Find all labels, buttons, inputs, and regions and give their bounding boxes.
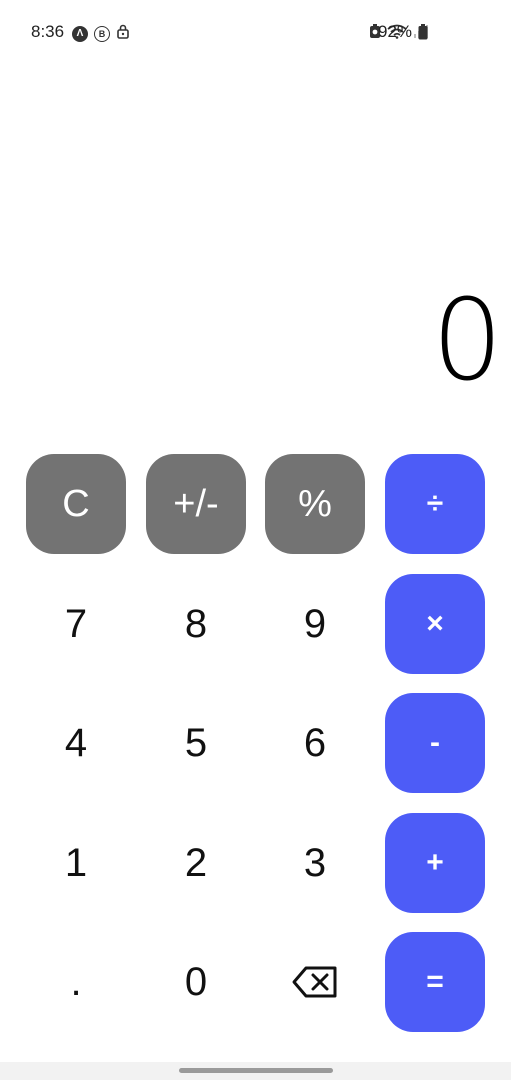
digit-1-button[interactable]: 1	[26, 813, 126, 913]
result-display: 0	[431, 276, 503, 406]
battery-percent: 92%	[378, 22, 413, 41]
digit-3-button[interactable]: 3	[265, 813, 365, 913]
lock-icon	[116, 23, 130, 44]
digit-0-button[interactable]: 0	[146, 932, 246, 1032]
divide-button[interactable]: ÷	[385, 454, 485, 554]
navigation-app-icon: Λ	[72, 25, 88, 42]
clear-button[interactable]: C	[26, 454, 126, 554]
digit-4-button[interactable]: 4	[26, 693, 126, 793]
backspace-button[interactable]	[265, 932, 365, 1032]
percent-button[interactable]: %	[265, 454, 365, 554]
status-time: 8:36	[31, 22, 65, 41]
digit-8-button[interactable]: 8	[146, 574, 246, 674]
status-bar: 8:36 Λ B 92%	[0, 0, 511, 64]
negate-button[interactable]: +/-	[146, 454, 246, 554]
battery-icon	[418, 24, 428, 45]
subtract-button[interactable]: -	[385, 693, 485, 793]
digit-6-button[interactable]: 6	[265, 693, 365, 793]
digit-7-button[interactable]: 7	[26, 574, 126, 674]
digit-5-button[interactable]: 5	[146, 693, 246, 793]
digit-9-button[interactable]: 9	[265, 574, 365, 674]
navigation-bar	[0, 1062, 511, 1080]
digit-2-button[interactable]: 2	[146, 813, 246, 913]
backspace-icon	[292, 966, 337, 998]
b-badge-icon: B	[94, 25, 110, 42]
decimal-button[interactable]: .	[26, 932, 126, 1032]
calculator-screen: 8:36 Λ B 92% 0 C +/- % ÷ 7 8 9 × 4 5 6 -…	[0, 0, 511, 1080]
equals-button[interactable]: =	[385, 932, 485, 1032]
status-left-icons: Λ B	[72, 23, 130, 44]
multiply-button[interactable]: ×	[385, 574, 485, 674]
add-button[interactable]: +	[385, 813, 485, 913]
home-gesture-handle[interactable]	[179, 1068, 333, 1073]
